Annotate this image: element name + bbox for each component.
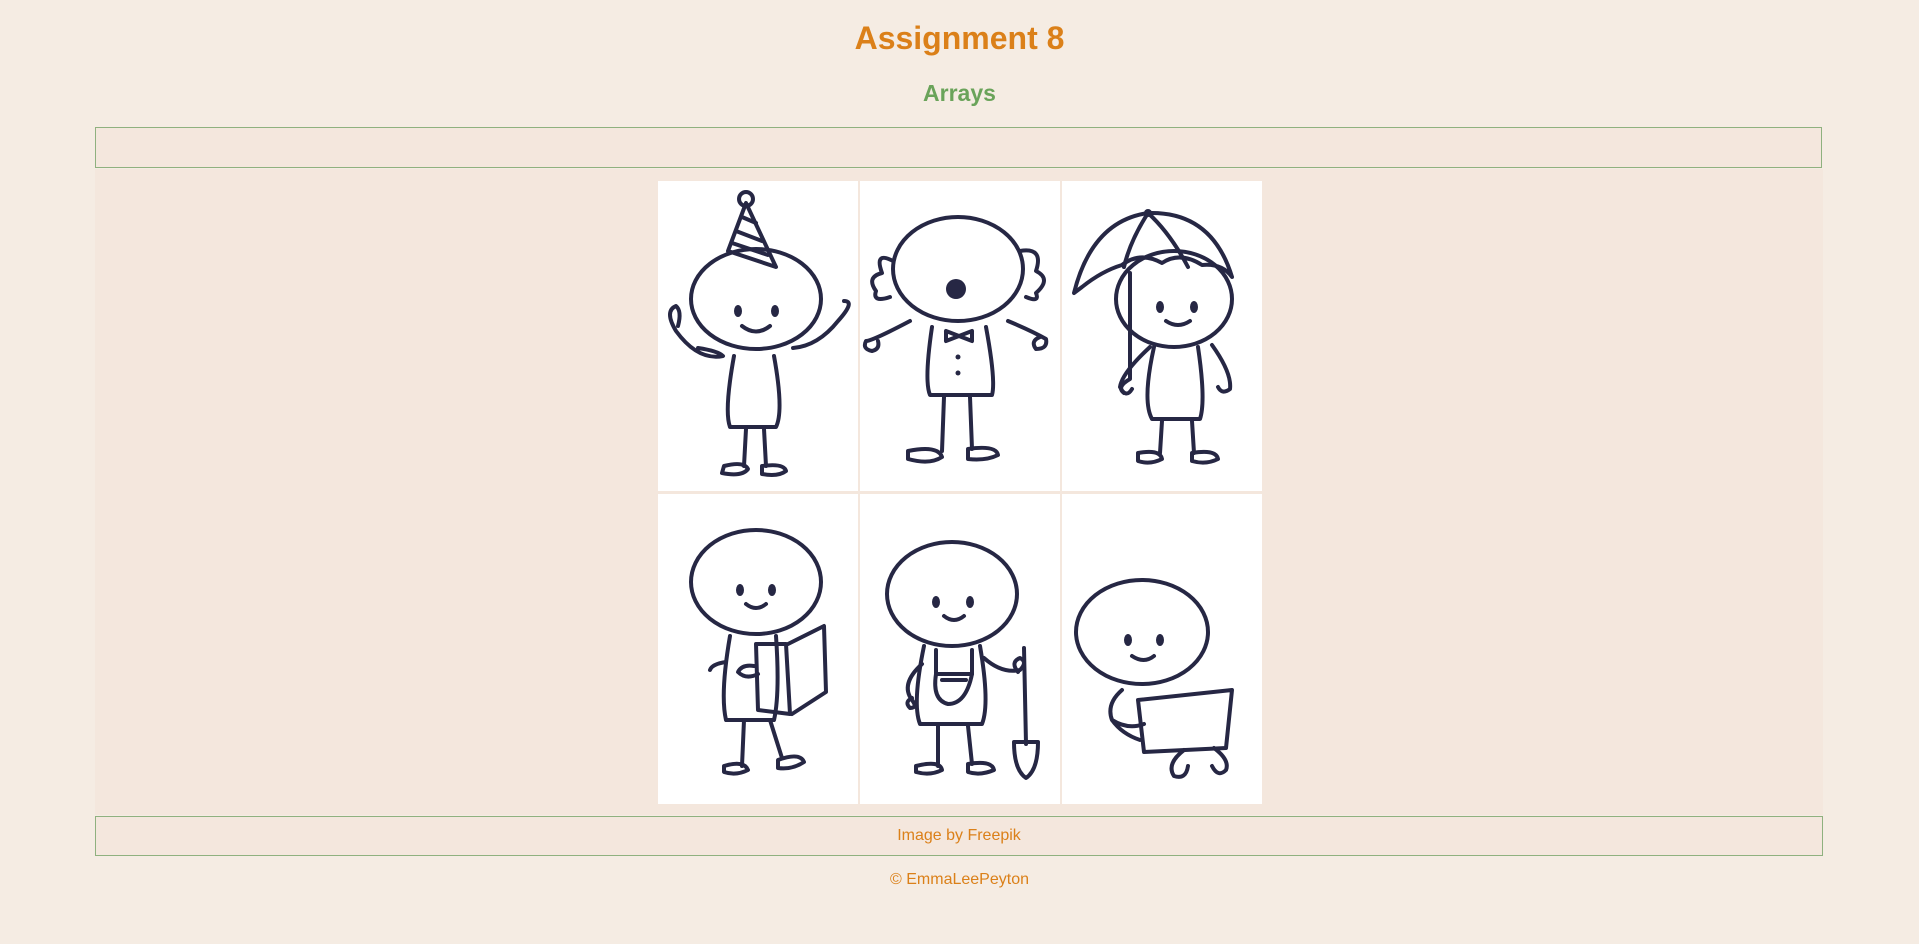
copyright-text: © EmmaLeePeyton (890, 871, 1029, 888)
party-hat-character-icon (668, 190, 851, 477)
gallery-area (95, 169, 1823, 815)
page: Assignment 8 Arrays Image by Freepik © E… (0, 0, 1919, 944)
clown-character-icon (862, 215, 1049, 464)
page-title: Assignment 8 (854, 20, 1065, 56)
gallery-image-2 (860, 181, 1060, 491)
umbrella-character-icon (1072, 209, 1234, 465)
page-subtitle: Arrays (923, 80, 996, 106)
gallery-image-3 (1062, 181, 1262, 491)
image-credit-bar: Image by Freepik (95, 816, 1823, 856)
gallery-image-1 (658, 181, 858, 491)
gardener-shovel-character-icon (885, 540, 1040, 780)
credit-prefix: Image by (897, 827, 968, 844)
top-bar (95, 127, 1822, 168)
gallery-image-5 (860, 494, 1060, 804)
laptop-character-icon (1074, 578, 1234, 779)
gallery-image-6 (1062, 494, 1262, 804)
gallery-image-4 (658, 494, 858, 804)
image-grid (658, 181, 1264, 805)
freepik-link[interactable]: Freepik (967, 827, 1020, 844)
reading-character-icon (689, 528, 828, 776)
